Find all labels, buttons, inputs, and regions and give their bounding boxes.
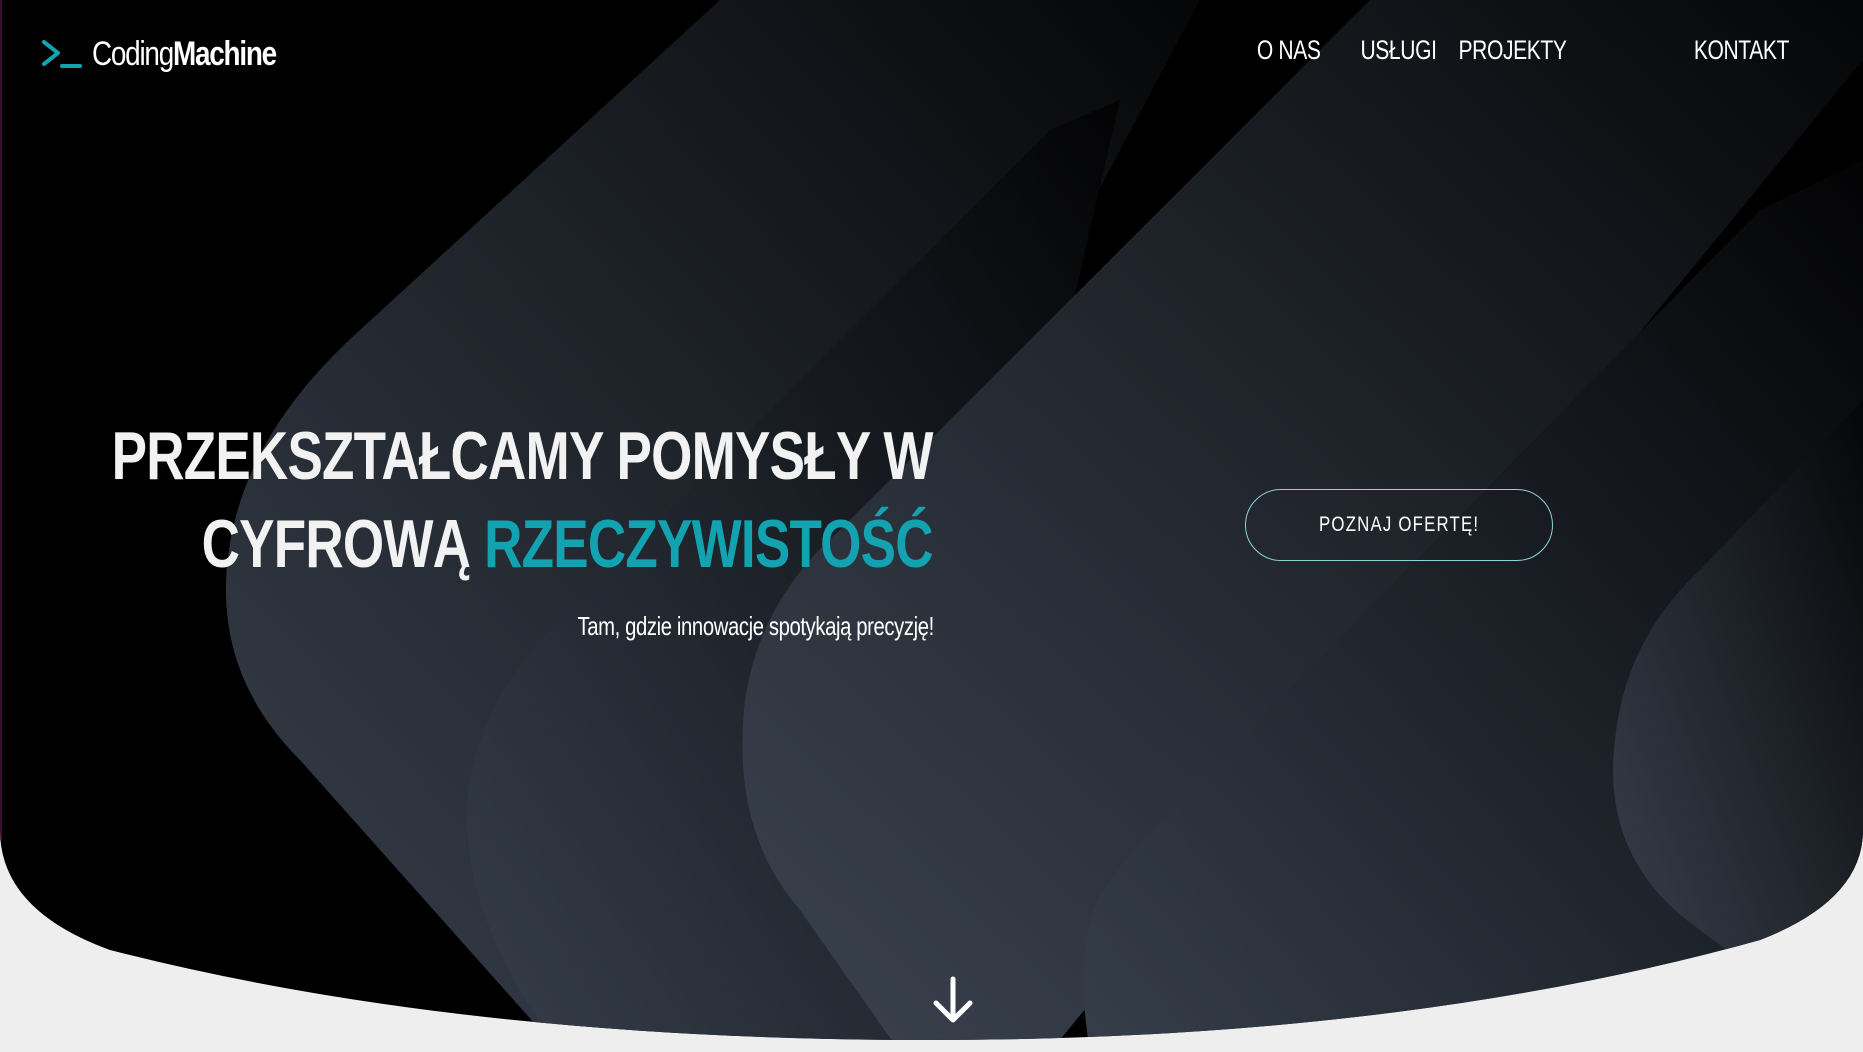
page: CodingMachine O NAS USŁUGI PROJEKTY KONT… — [0, 0, 1863, 1052]
logo[interactable]: CodingMachine — [40, 32, 316, 76]
nav-item-uslugi[interactable]: USŁUGI — [1361, 35, 1437, 66]
offer-button-label: POZNAJ OFERTĘ! — [1318, 513, 1480, 536]
logo-text-light: Coding — [92, 34, 174, 73]
logo-text-bold: Machine — [172, 34, 277, 73]
headline-line1: PRZEKSZTAŁCAMY POMYSŁY W — [111, 418, 934, 494]
hero-tagline: Tam, gdzie innowacje spotykają precyzję! — [577, 611, 935, 641]
logo-text: CodingMachine — [92, 34, 277, 74]
headline-line2-accent: RZECZYWISTOŚĆ — [484, 506, 933, 582]
headline-line2-plain: CYFROWĄ — [201, 506, 471, 582]
arrow-down-icon[interactable] — [930, 975, 976, 1025]
left-edge-line — [0, 0, 2, 840]
hero-headline: PRZEKSZTAŁCAMY POMYSŁY W CYFROWĄ RZECZYW… — [111, 412, 934, 588]
offer-button[interactable]: POZNAJ OFERTĘ! — [1245, 489, 1553, 561]
nav-item-kontakt[interactable]: KONTAKT — [1694, 35, 1790, 66]
nav-item-projekty[interactable]: PROJEKTY — [1459, 35, 1567, 66]
nav-item-o-nas[interactable]: O NAS — [1257, 35, 1321, 66]
terminal-prompt-icon — [42, 40, 82, 68]
